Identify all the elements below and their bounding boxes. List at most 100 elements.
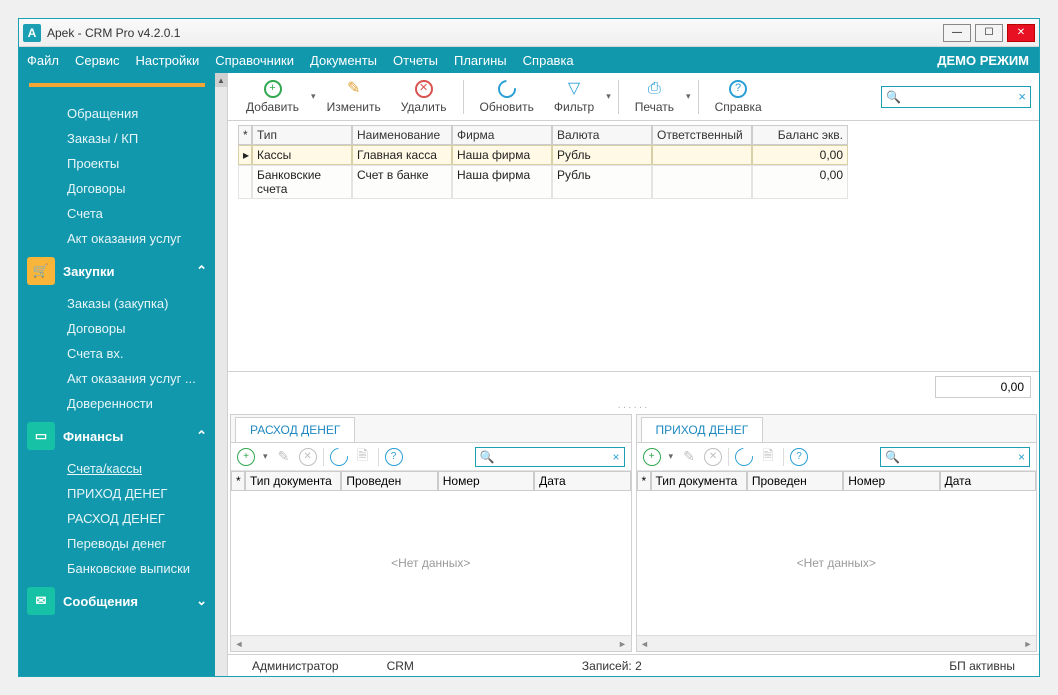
sidebar-item[interactable]: Банковские выписки xyxy=(19,556,215,581)
edit-button[interactable]: ✎ xyxy=(680,448,698,466)
edit-button[interactable]: ✎Изменить xyxy=(317,80,391,114)
col-firm[interactable]: Фирма xyxy=(452,125,552,145)
refresh-button[interactable] xyxy=(731,444,756,469)
filter-button[interactable]: ▽Фильтр xyxy=(544,80,604,114)
col[interactable]: Тип документа xyxy=(245,471,341,491)
help-button[interactable]: ?Справка xyxy=(705,80,772,114)
status-bp: БП активны xyxy=(925,659,1039,673)
dropdown-icon[interactable]: ▾ xyxy=(684,91,692,102)
document-button[interactable]: 🗎 xyxy=(354,448,372,466)
sidebar-item[interactable]: Счета xyxy=(19,201,215,226)
separator xyxy=(323,448,324,466)
col-type[interactable]: Тип xyxy=(252,125,352,145)
tab-expense[interactable]: РАСХОД ДЕНЕГ xyxy=(235,417,355,442)
delete-button[interactable]: ✕Удалить xyxy=(391,80,457,114)
scroll-right-icon[interactable]: ► xyxy=(1020,639,1036,649)
menu-docs[interactable]: Документы xyxy=(302,53,385,68)
sidebar-scrollbar[interactable]: ▲ xyxy=(215,73,227,676)
cell: Наша фирма xyxy=(452,165,552,199)
sidebar-item[interactable]: Договоры xyxy=(19,316,215,341)
col-responsible[interactable]: Ответственный xyxy=(652,125,752,145)
col-name[interactable]: Наименование xyxy=(352,125,452,145)
col-currency[interactable]: Валюта xyxy=(552,125,652,145)
clear-icon[interactable]: × xyxy=(1018,89,1026,104)
sidebar-item-accounts[interactable]: Счета/кассы xyxy=(19,456,215,481)
cell: 0,00 xyxy=(752,145,848,165)
document-button[interactable]: 🗎 xyxy=(759,448,777,466)
sidebar-item[interactable]: Акт оказания услуг xyxy=(19,226,215,251)
sidebar-item[interactable]: Проекты xyxy=(19,151,215,176)
sidebar-item[interactable]: Доверенности xyxy=(19,391,215,416)
search-icon: 🔍 xyxy=(886,90,901,104)
horizontal-scrollbar[interactable]: ◄► xyxy=(231,635,631,651)
print-button[interactable]: ⎙Печать xyxy=(625,80,684,114)
table-row[interactable]: Банковские счета Счет в банке Наша фирма… xyxy=(238,165,1029,199)
sidebar-item[interactable]: Переводы денег xyxy=(19,531,215,556)
sidebar-item[interactable]: Заказы / КП xyxy=(19,126,215,151)
menu-bar: Файл Сервис Настройки Справочники Докуме… xyxy=(19,47,1039,73)
col[interactable]: Дата xyxy=(534,471,630,491)
table-row[interactable]: ▸ Кассы Главная касса Наша фирма Рубль 0… xyxy=(238,145,1029,165)
sidebar-item[interactable]: Договоры xyxy=(19,176,215,201)
menu-reports[interactable]: Отчеты xyxy=(385,53,446,68)
add-button[interactable]: +Добавить xyxy=(236,80,309,114)
help-button[interactable]: ? xyxy=(385,448,403,466)
scroll-up-icon[interactable]: ▲ xyxy=(215,73,227,87)
menu-service[interactable]: Сервис xyxy=(67,53,128,68)
search-input[interactable]: 🔍× xyxy=(881,86,1031,108)
window-title: Apek - CRM Pro v4.2.0.1 xyxy=(47,26,180,40)
menu-file[interactable]: Файл xyxy=(19,53,67,68)
section-label: Сообщения xyxy=(63,594,138,609)
close-button[interactable]: ✕ xyxy=(1007,24,1035,42)
minimize-button[interactable]: — xyxy=(943,24,971,42)
dropdown-icon[interactable]: ▾ xyxy=(309,91,317,102)
col[interactable]: Номер xyxy=(843,471,939,491)
clear-icon[interactable]: × xyxy=(612,450,619,464)
sidebar-item[interactable]: Обращения xyxy=(19,101,215,126)
menu-settings[interactable]: Настройки xyxy=(128,53,208,68)
scroll-right-icon[interactable]: ► xyxy=(615,639,631,649)
clear-icon[interactable]: × xyxy=(1018,450,1025,464)
search-input[interactable]: 🔍× xyxy=(475,447,625,467)
sidebar-item[interactable]: Акт оказания услуг ... xyxy=(19,366,215,391)
help-button[interactable]: ? xyxy=(790,448,808,466)
col-balance[interactable]: Баланс экв. xyxy=(752,125,848,145)
refresh-button[interactable]: Обновить xyxy=(470,80,544,114)
dropdown-icon[interactable]: ▾ xyxy=(604,91,612,102)
sidebar-section-messages[interactable]: ✉ Сообщения ⌄ xyxy=(19,581,215,621)
dropdown-icon[interactable]: ▾ xyxy=(667,451,675,462)
row-selector-col: * xyxy=(637,471,651,491)
income-panel: ПРИХОД ДЕНЕГ +▾ ✎ ✕ 🗎 ? 🔍× * Т xyxy=(636,414,1038,652)
menu-plugins[interactable]: Плагины xyxy=(446,53,515,68)
col[interactable]: Проведен xyxy=(747,471,843,491)
maximize-button[interactable]: ☐ xyxy=(975,24,1003,42)
menu-refs[interactable]: Справочники xyxy=(207,53,302,68)
col[interactable]: Проведен xyxy=(341,471,437,491)
sidebar-item[interactable]: Счета вх. xyxy=(19,341,215,366)
add-button[interactable]: + xyxy=(237,448,255,466)
scroll-left-icon[interactable]: ◄ xyxy=(637,639,653,649)
status-user: Администратор xyxy=(228,659,363,673)
refresh-button[interactable] xyxy=(326,444,351,469)
sidebar-section-finance[interactable]: ▭ Финансы ⌃ xyxy=(19,416,215,456)
col[interactable]: Номер xyxy=(438,471,534,491)
delete-button[interactable]: ✕ xyxy=(704,448,722,466)
horizontal-scrollbar[interactable]: ◄► xyxy=(637,635,1037,651)
add-button[interactable]: + xyxy=(643,448,661,466)
edit-button[interactable]: ✎ xyxy=(275,448,293,466)
splitter[interactable]: ······ xyxy=(228,402,1039,412)
sidebar-item[interactable]: ПРИХОД ДЕНЕГ xyxy=(19,481,215,506)
sidebar-item[interactable]: РАСХОД ДЕНЕГ xyxy=(19,506,215,531)
delete-button[interactable]: ✕ xyxy=(299,448,317,466)
col[interactable]: Тип документа xyxy=(651,471,747,491)
dropdown-icon[interactable]: ▾ xyxy=(261,451,269,462)
col[interactable]: Дата xyxy=(940,471,1036,491)
search-input[interactable]: 🔍× xyxy=(880,447,1030,467)
sidebar-section-purchases[interactable]: 🛒 Закупки ⌃ xyxy=(19,251,215,291)
tab-income[interactable]: ПРИХОД ДЕНЕГ xyxy=(641,417,764,442)
row-selector-col: * xyxy=(231,471,245,491)
menu-help[interactable]: Справка xyxy=(515,53,582,68)
sidebar-item[interactable]: Заказы (закупка) xyxy=(19,291,215,316)
row-selector-col: * xyxy=(238,125,252,145)
scroll-left-icon[interactable]: ◄ xyxy=(231,639,247,649)
